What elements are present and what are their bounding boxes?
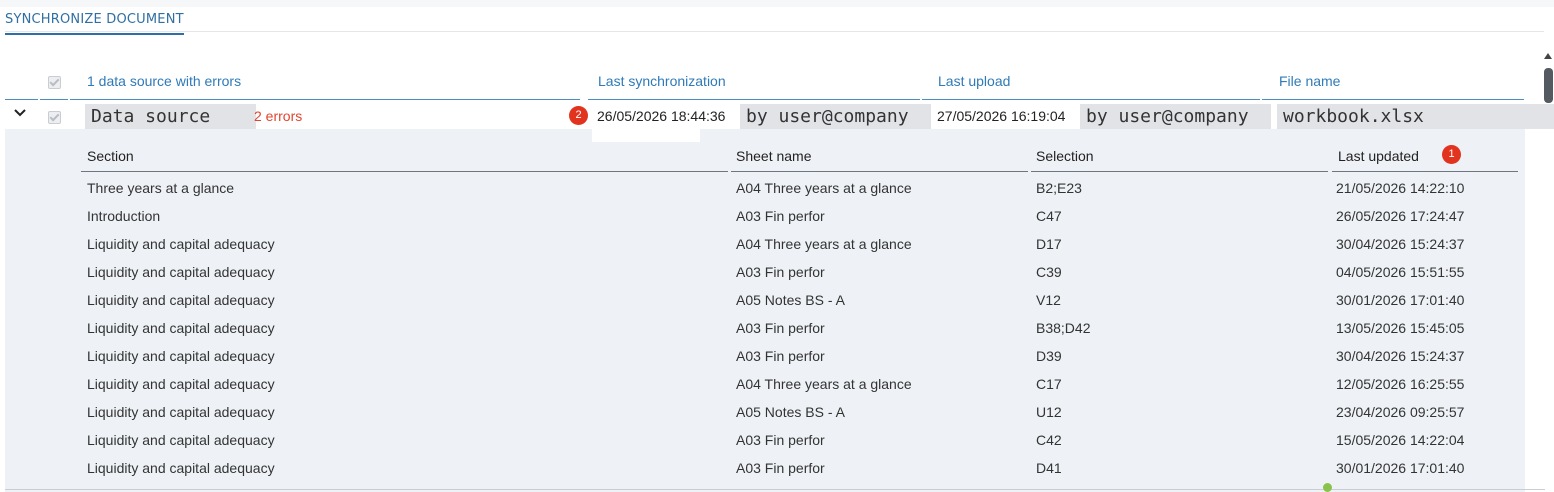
row-section: Liquidity and capital adequacy [87,292,275,308]
row-selection: U12 [1036,404,1062,420]
selection-column-header[interactable]: Selection [1036,148,1094,164]
sheet-column-header[interactable]: Sheet name [736,148,812,164]
table-row[interactable]: Three years at a glance A04 Three years a… [0,174,1554,202]
updated-badge: 1 [1442,145,1461,164]
column-underline [1332,171,1518,172]
table-row[interactable]: Liquidity and capital adequacy A03 Fin pe… [0,258,1554,286]
last-sync-header[interactable]: Last synchronization [598,73,726,89]
section-column-header[interactable]: Section [87,148,134,164]
table-row[interactable]: Liquidity and capital adequacy A04 Three … [0,370,1554,398]
row-section: Liquidity and capital adequacy [87,236,275,252]
row-sheet-name: A05 Notes BS - A [736,404,845,420]
title-divider [5,31,1544,32]
row-last-updated: 30/01/2026 17:01:40 [1336,292,1465,308]
row-sheet-name: A03 Fin perfor [736,208,825,224]
row-selection: D17 [1036,236,1062,252]
header-underline [922,99,1260,100]
updated-column-header[interactable]: Last updated [1338,148,1419,164]
row-selection: C17 [1036,376,1062,392]
row-selection: C39 [1036,264,1062,280]
row-selection: B38;D42 [1036,320,1091,336]
header-underline [40,99,68,100]
row-section: Liquidity and capital adequacy [87,404,275,420]
scrollbar[interactable] [1542,50,1552,492]
upload-time: 27/05/2026 16:19:04 [937,108,1066,124]
panel-notch [592,129,700,142]
row-section: Liquidity and capital adequacy [87,348,275,364]
errors-count[interactable]: 2 errors [254,108,302,124]
row-last-updated: 30/01/2026 17:01:40 [1336,460,1465,476]
row-last-updated: 23/04/2026 09:25:57 [1336,404,1465,420]
row-selection: C47 [1036,208,1062,224]
upload-user: by user@company [1080,104,1271,129]
select-all-checkbox[interactable] [48,76,61,89]
status-dot [1323,483,1332,492]
table-row[interactable]: Liquidity and capital adequacy A05 Notes … [0,398,1554,426]
header-underline [1262,99,1524,100]
row-sheet-name: A04 Three years at a glance [736,180,912,196]
data-source-name: Data source [85,104,256,129]
file-name-header[interactable]: File name [1279,73,1340,89]
row-last-updated: 21/05/2026 14:22:10 [1336,180,1465,196]
row-section: Liquidity and capital adequacy [87,376,275,392]
column-underline [731,171,1028,172]
row-section: Liquidity and capital adequacy [87,432,275,448]
sources-header[interactable]: 1 data source with errors [87,73,241,89]
bottom-divider [5,489,1545,490]
row-sheet-name: A05 Notes BS - A [736,292,845,308]
table-row[interactable]: Liquidity and capital adequacy A04 Three … [0,230,1554,258]
scroll-up-icon[interactable] [1544,53,1552,59]
column-underline [1031,171,1328,172]
row-last-updated: 12/05/2026 16:25:55 [1336,376,1465,392]
sync-user: by user@company [740,104,931,129]
table-row[interactable]: Liquidity and capital adequacy A05 Notes … [0,286,1554,314]
header-underline [5,99,38,100]
table-row[interactable]: Introduction A03 Fin perfor C47 26/05/2026 … [0,202,1554,230]
top-strip [0,0,1554,7]
row-last-updated: 30/04/2026 15:24:37 [1336,236,1465,252]
sync-time: 26/05/2026 18:44:36 [597,108,726,124]
row-selection: B2;E23 [1036,180,1082,196]
row-selection: V12 [1036,292,1061,308]
expand-chevron-icon[interactable] [13,108,27,120]
table-row[interactable]: Liquidity and capital adequacy A03 Fin pe… [0,314,1554,342]
table-row[interactable]: Liquidity and capital adequacy A03 Fin pe… [0,342,1554,370]
row-sheet-name: A03 Fin perfor [736,348,825,364]
row-sheet-name: A03 Fin perfor [736,460,825,476]
row-last-updated: 04/05/2026 15:51:55 [1336,264,1465,280]
column-underline [81,171,728,172]
row-sheet-name: A03 Fin perfor [736,264,825,280]
row-sheet-name: A03 Fin perfor [736,432,825,448]
row-section: Three years at a glance [87,180,235,196]
row-last-updated: 30/04/2026 15:24:37 [1336,348,1465,364]
row-section: Introduction [87,208,161,224]
scrollbar-thumb[interactable] [1544,68,1553,103]
source-checkbox[interactable] [48,111,61,124]
header-underline [588,99,920,100]
table-row[interactable]: Liquidity and capital adequacy A03 Fin pe… [0,454,1554,482]
row-section: Liquidity and capital adequacy [87,264,275,280]
row-last-updated: 26/05/2026 17:24:47 [1336,208,1465,224]
last-upload-header[interactable]: Last upload [938,73,1010,89]
row-section: Liquidity and capital adequacy [87,460,275,476]
row-selection: D41 [1036,460,1062,476]
row-sheet-name: A04 Three years at a glance [736,236,912,252]
row-sheet-name: A04 Three years at a glance [736,376,912,392]
row-last-updated: 15/05/2026 14:22:04 [1336,432,1465,448]
row-section: Liquidity and capital adequacy [87,320,275,336]
row-sheet-name: A03 Fin perfor [736,320,825,336]
header-underline [70,99,580,100]
errors-badge: 2 [569,106,588,125]
row-last-updated: 13/05/2026 15:45:05 [1336,320,1465,336]
file-name[interactable]: workbook.xlsx [1277,104,1554,129]
row-selection: C42 [1036,432,1062,448]
row-selection: D39 [1036,348,1062,364]
table-row[interactable]: Liquidity and capital adequacy A03 Fin pe… [0,426,1554,454]
